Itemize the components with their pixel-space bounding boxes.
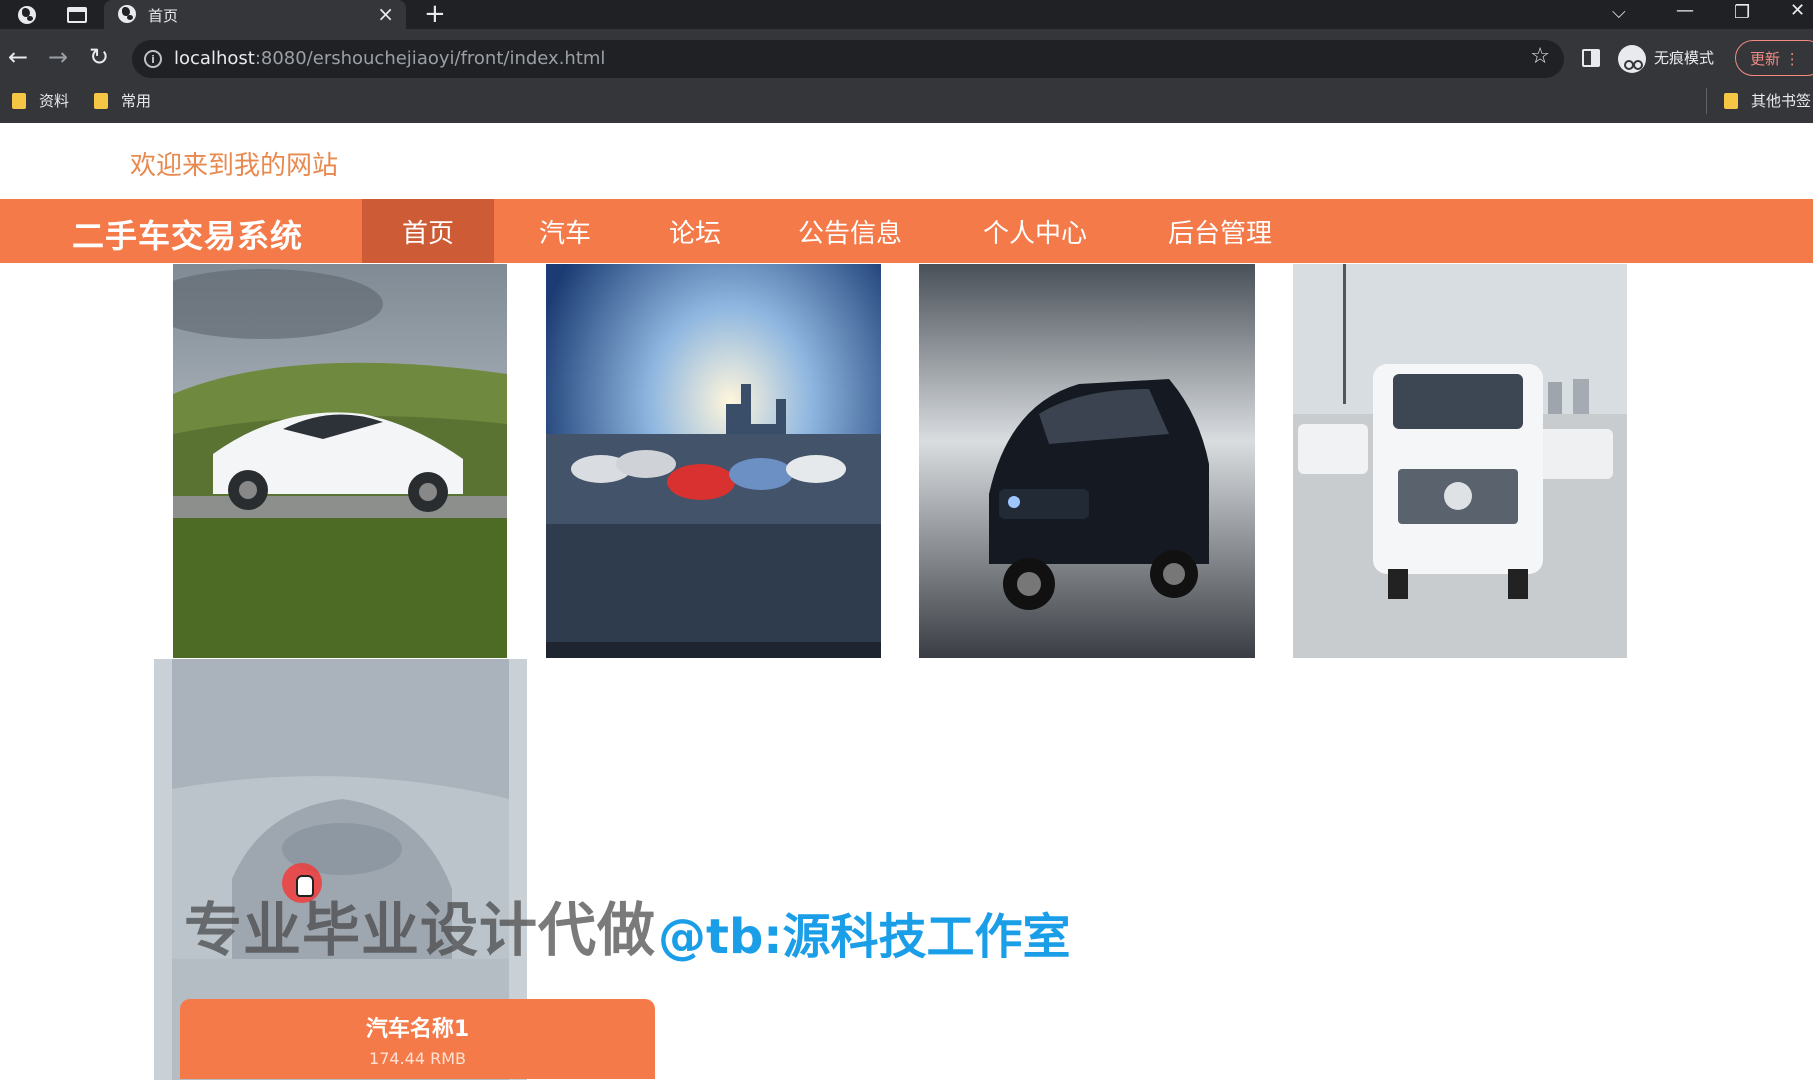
nav-personal-center[interactable]: 个人中心 xyxy=(960,199,1110,263)
car-card-label[interactable]: 汽车名称1 174.44 RMB xyxy=(180,999,655,1079)
restore-icon[interactable]: ❐ xyxy=(1734,2,1750,23)
car-name: 汽车名称1 xyxy=(365,1017,470,1042)
folder-icon xyxy=(1724,92,1738,109)
bookmark-folder-common[interactable]: 常用 xyxy=(94,90,151,111)
nav-announcements[interactable]: 公告信息 xyxy=(780,199,920,263)
nav-cars[interactable]: 汽车 xyxy=(510,199,620,263)
bookmark-folder-resources[interactable]: 资料 xyxy=(12,90,69,111)
window-close-icon[interactable]: ✕ xyxy=(1790,0,1805,21)
page-content: 欢迎来到我的网站 二手车交易系统 首页 汽车 论坛 公告信息 个人中心 后台管理 xyxy=(0,123,1813,1080)
tab-list-icon[interactable]: ⌵ xyxy=(1612,2,1626,23)
car-image-4[interactable] xyxy=(1293,264,1627,658)
browser-menu-icon[interactable] xyxy=(16,4,38,26)
tab-search-icon[interactable] xyxy=(66,4,88,26)
car-price: 174.44 RMB xyxy=(369,1049,466,1068)
bookmark-star-icon[interactable]: ☆ xyxy=(1530,44,1550,69)
new-tab-icon[interactable]: + xyxy=(424,0,446,29)
bookmarks-bar xyxy=(0,86,1813,123)
incognito-label: 无痕模式 xyxy=(1654,49,1715,67)
reload-icon[interactable]: ↻ xyxy=(89,43,109,71)
tab-close-icon[interactable]: × xyxy=(377,2,394,26)
site-info-icon[interactable]: i xyxy=(144,50,162,68)
site-title[interactable]: 二手车交易系统 xyxy=(72,211,303,257)
watermark-left: 专业毕业设计代做 xyxy=(184,896,657,964)
bookmark-folder-other[interactable]: 其他书签 xyxy=(1724,90,1811,111)
incognito-icon[interactable] xyxy=(1618,45,1646,73)
url-text[interactable]: localhost:8080/ershouchejiaoyi/front/ind… xyxy=(174,48,605,69)
minimize-icon[interactable]: — xyxy=(1676,0,1694,21)
globe-icon xyxy=(118,5,136,23)
folder-icon xyxy=(12,92,26,109)
welcome-text: 欢迎来到我的网站 xyxy=(130,151,339,181)
car-image-3[interactable] xyxy=(919,264,1255,658)
nav-admin[interactable]: 后台管理 xyxy=(1145,199,1295,263)
car-image-2[interactable] xyxy=(546,264,881,658)
forward-icon[interactable]: → xyxy=(48,43,68,71)
update-button[interactable]: 更新 ⋮ xyxy=(1735,40,1813,76)
bookmarks-separator xyxy=(1706,88,1707,114)
side-panel-icon[interactable] xyxy=(1582,49,1600,67)
tab-homepage[interactable]: 首页 × xyxy=(104,0,406,29)
main-navbar: 二手车交易系统 首页 汽车 论坛 公告信息 个人中心 后台管理 xyxy=(0,199,1813,263)
nav-forum[interactable]: 论坛 xyxy=(640,199,750,263)
address-bar[interactable]: i localhost:8080/ershouchejiaoyi/front/i… xyxy=(132,40,1564,78)
car-image-1[interactable] xyxy=(173,264,507,658)
folder-icon xyxy=(94,92,108,109)
back-icon[interactable]: ← xyxy=(8,43,28,71)
tab-title: 首页 xyxy=(148,7,179,25)
nav-home[interactable]: 首页 xyxy=(362,199,494,263)
watermark-right: @tb:源科技工作室 xyxy=(658,909,1071,965)
